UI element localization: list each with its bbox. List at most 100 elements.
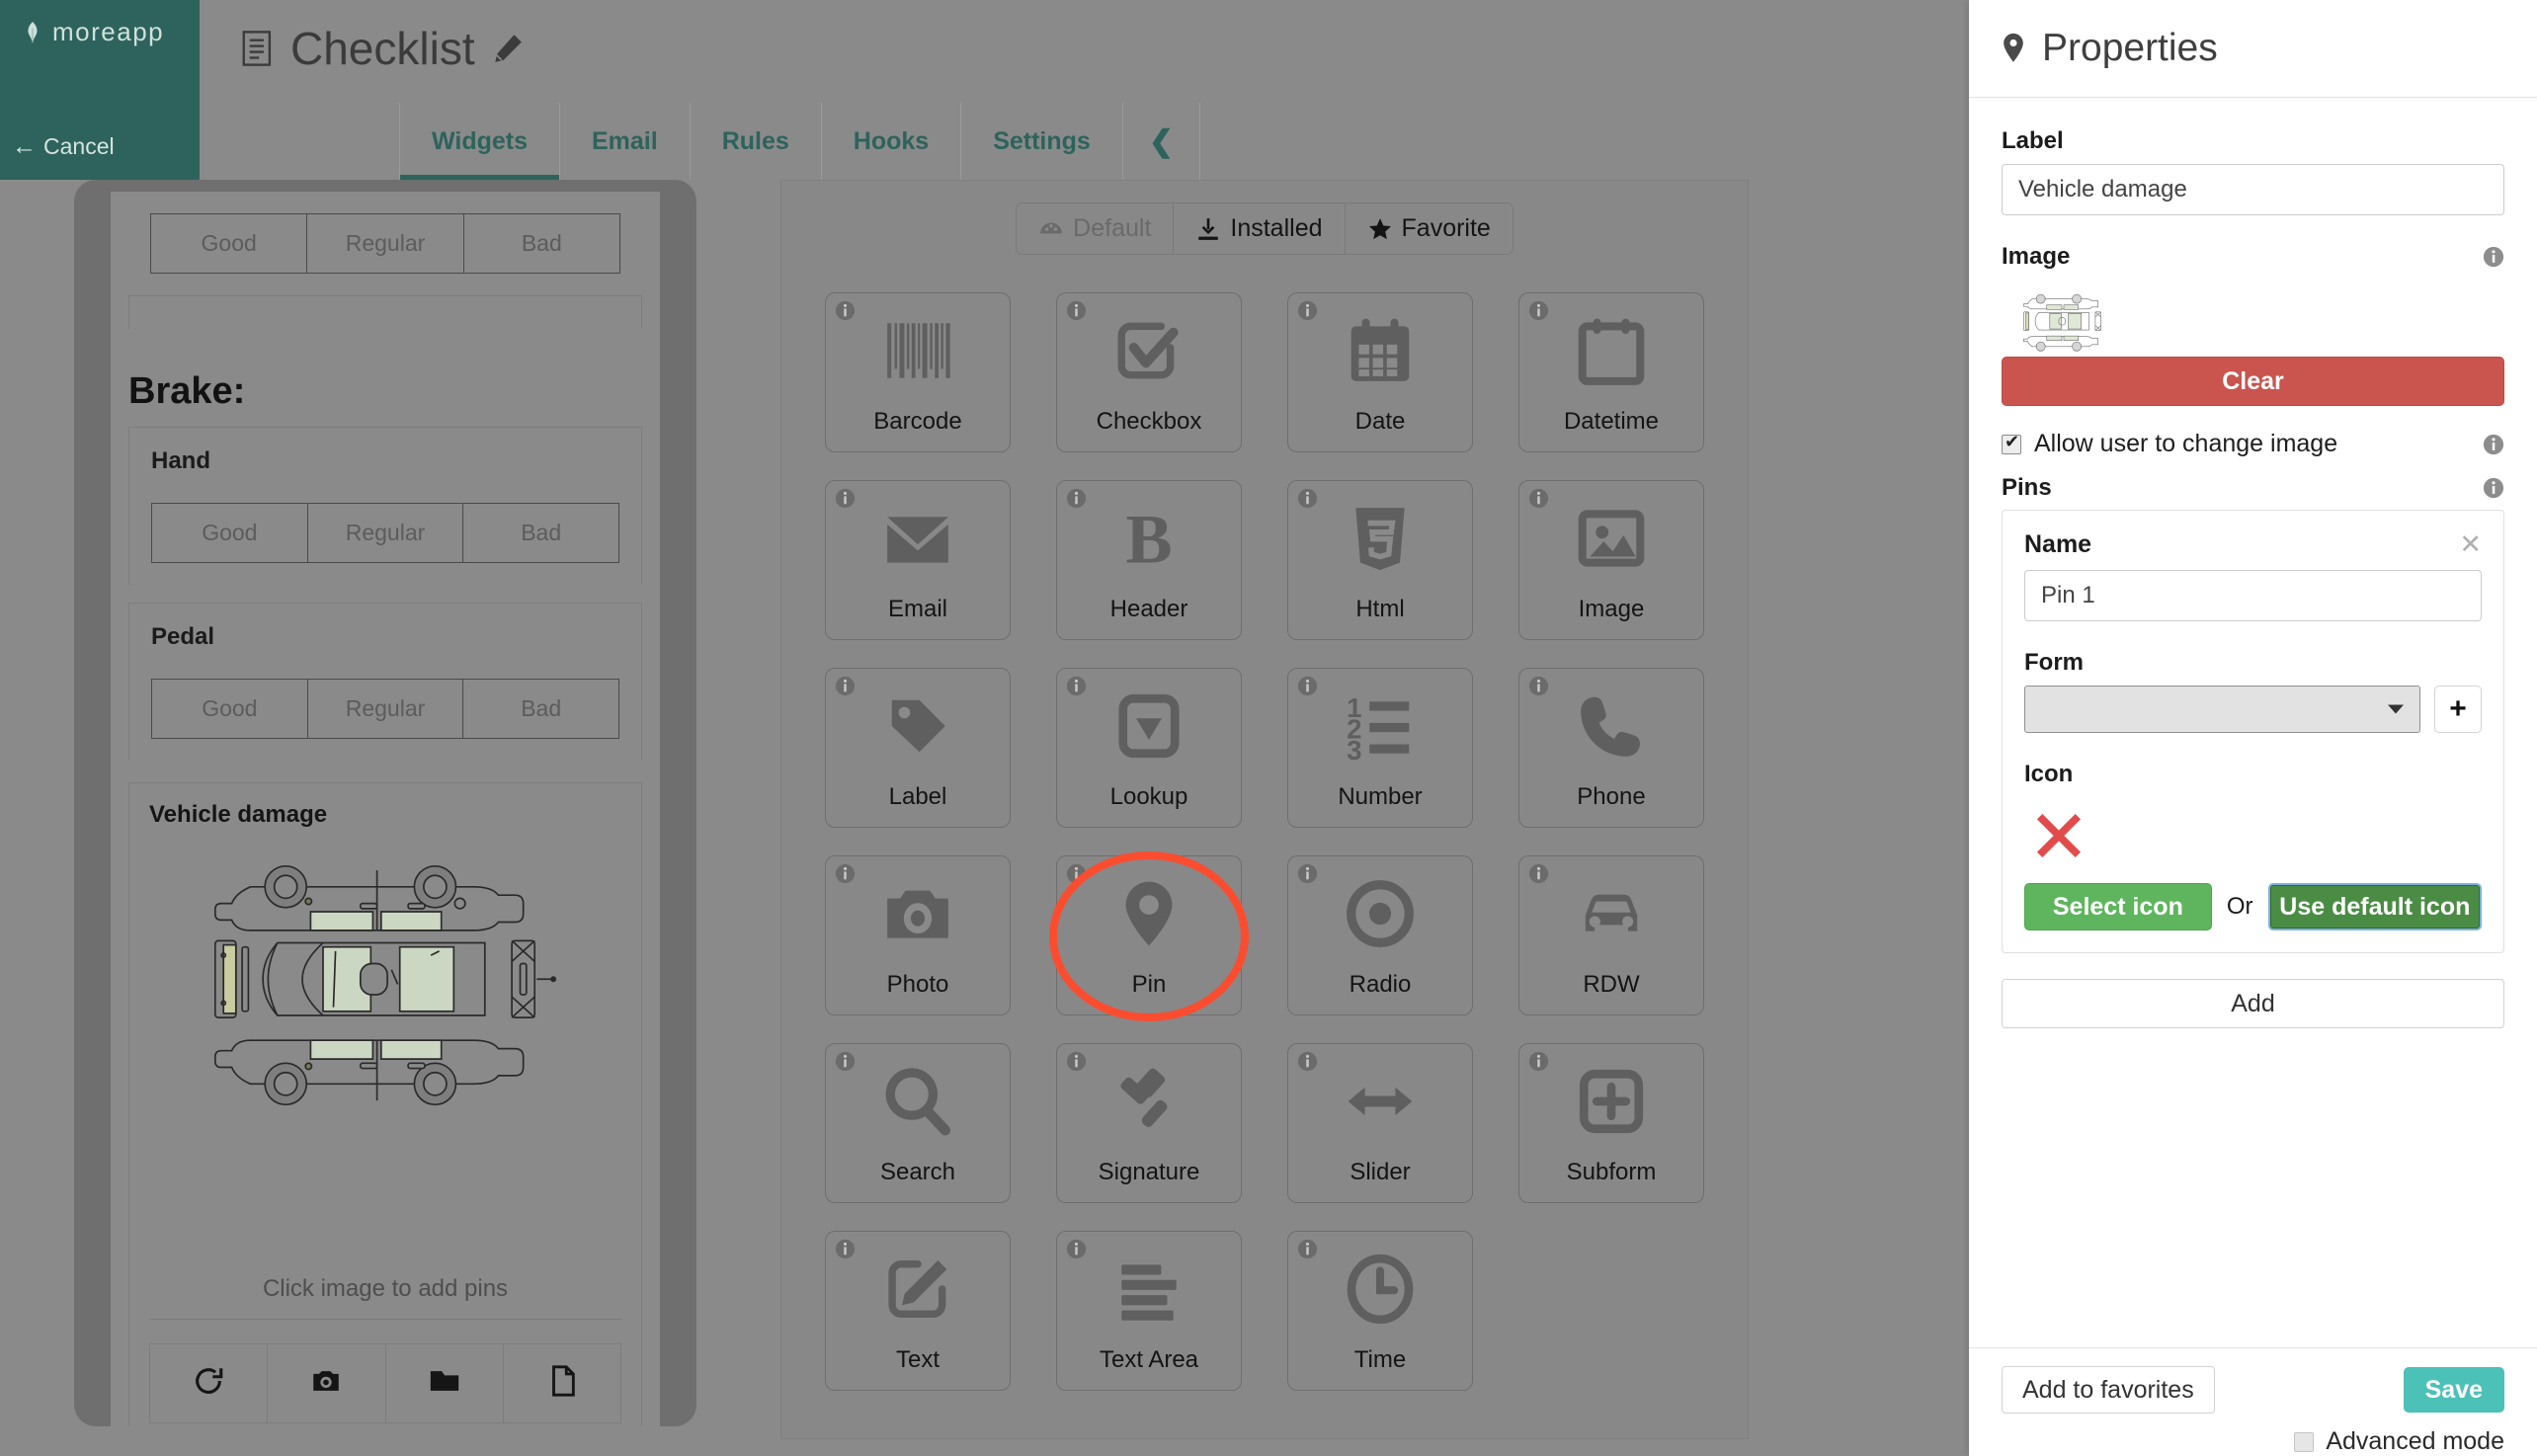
info-icon[interactable] — [1528, 300, 1549, 321]
info-icon[interactable] — [1297, 1239, 1318, 1259]
widget-tile-image[interactable]: Image — [1518, 480, 1704, 640]
info-icon[interactable] — [1528, 863, 1549, 884]
info-icon[interactable] — [1297, 1051, 1318, 1072]
info-icon[interactable] — [1066, 676, 1087, 696]
segment-good[interactable]: Good — [152, 504, 308, 562]
section-label: Hand — [151, 447, 210, 474]
info-icon[interactable] — [1297, 863, 1318, 884]
add-pin-button[interactable]: Add — [2002, 979, 2504, 1028]
info-icon[interactable] — [1528, 1051, 1549, 1072]
info-icon[interactable] — [835, 676, 856, 696]
ordered-list-icon: 1 2 3 — [1347, 692, 1410, 763]
widget-tile-text[interactable]: Text — [825, 1231, 1011, 1391]
add-to-favorites-button[interactable]: Add to favorites — [2002, 1366, 2215, 1414]
info-icon[interactable] — [835, 1051, 856, 1072]
car-diagram[interactable] — [149, 829, 621, 1254]
advanced-mode-checkbox[interactable] — [2294, 1431, 2315, 1452]
tab-widgets[interactable]: Widgets — [399, 103, 559, 180]
tab-email[interactable]: Email — [559, 103, 690, 180]
filter-installed[interactable]: Installed — [1174, 203, 1346, 254]
segment-bad[interactable]: Bad — [464, 214, 619, 273]
widget-tile-barcode[interactable]: Barcode — [825, 292, 1011, 452]
widget-tile-subform[interactable]: Subform — [1518, 1043, 1704, 1203]
pencil-icon[interactable] — [491, 32, 525, 65]
widget-tile-email[interactable]: Email — [825, 480, 1011, 640]
widget-tile-checkbox[interactable]: Checkbox — [1056, 292, 1242, 452]
widget-tile-time[interactable]: Time — [1287, 1231, 1473, 1391]
filter-default[interactable]: Default — [1017, 203, 1175, 254]
info-icon[interactable] — [1066, 1051, 1087, 1072]
widget-tile-label[interactable]: Label — [825, 668, 1011, 828]
advanced-mode-row[interactable]: Advanced mode — [2002, 1427, 2504, 1456]
segment-bad[interactable]: Bad — [463, 504, 618, 562]
segment-good[interactable]: Good — [151, 214, 308, 273]
segment-regular[interactable]: Regular — [308, 680, 464, 738]
info-icon[interactable] — [2483, 477, 2504, 499]
info-icon[interactable] — [835, 300, 856, 321]
tab-label: Rules — [721, 126, 789, 155]
widget-tile-photo[interactable]: Photo — [825, 855, 1011, 1015]
allow-change-image-checkbox[interactable]: Allow user to change image — [2002, 430, 2337, 458]
or-separator: Or — [2226, 893, 2253, 920]
widget-tile-header[interactable]: B Header — [1056, 480, 1242, 640]
widget-tile-number[interactable]: 1 2 3 Number — [1287, 668, 1473, 828]
widget-label: Date — [1354, 408, 1406, 435]
rotate-button[interactable] — [150, 1344, 269, 1422]
info-icon[interactable] — [1066, 1239, 1087, 1259]
info-icon[interactable] — [835, 488, 856, 509]
add-form-button[interactable]: + — [2434, 686, 2482, 733]
widget-tile-search[interactable]: Search — [825, 1043, 1011, 1203]
checkbox-box[interactable] — [2002, 432, 2021, 454]
segment-good[interactable]: Good — [152, 680, 308, 738]
info-icon[interactable] — [1297, 676, 1318, 696]
info-icon[interactable] — [1528, 676, 1549, 696]
segment-regular[interactable]: Regular — [307, 214, 464, 273]
chevron-left-icon: ❮ — [1148, 124, 1174, 158]
widget-tile-slider[interactable]: Slider — [1287, 1043, 1473, 1203]
info-icon[interactable] — [835, 1239, 856, 1259]
tab-rules[interactable]: Rules — [689, 103, 821, 180]
widget-tile-html[interactable]: Html — [1287, 480, 1473, 640]
info-icon[interactable] — [1297, 488, 1318, 509]
widget-tile-phone[interactable]: Phone — [1518, 668, 1704, 828]
tab-settings[interactable]: Settings — [960, 103, 1122, 180]
camera-button[interactable] — [268, 1344, 386, 1422]
magnifier-icon — [885, 1068, 950, 1136]
pin-name-input[interactable] — [2024, 570, 2482, 621]
select-icon-button[interactable]: Select icon — [2024, 883, 2212, 930]
widget-label: Email — [887, 596, 947, 622]
widget-tile-pin[interactable]: Pin — [1049, 851, 1249, 1021]
info-icon[interactable] — [835, 863, 856, 884]
clear-image-button[interactable]: Clear — [2002, 357, 2504, 406]
collapse-panel-button[interactable]: ❮ — [1121, 103, 1200, 180]
widget-tile-datetime[interactable]: Datetime — [1518, 292, 1704, 452]
info-icon[interactable] — [1528, 488, 1549, 509]
image-thumbnail[interactable] — [2002, 280, 2504, 357]
info-icon[interactable] — [2483, 246, 2504, 268]
folder-button[interactable] — [386, 1344, 504, 1422]
info-icon[interactable] — [2483, 434, 2504, 455]
tab-hooks[interactable]: Hooks — [820, 103, 960, 180]
widget-tile-date[interactable]: Date — [1287, 292, 1473, 452]
preview-heading: Brake: — [128, 370, 246, 412]
widget-tile-rdw[interactable]: RDW — [1518, 855, 1704, 1015]
label-input[interactable] — [2002, 164, 2504, 215]
file-button[interactable] — [504, 1344, 620, 1422]
filter-favorite[interactable]: Favorite — [1346, 203, 1513, 254]
cancel-button[interactable]: ← Cancel — [12, 133, 115, 160]
widget-tile-signature[interactable]: Signature — [1056, 1043, 1242, 1203]
save-button[interactable]: Save — [2403, 1367, 2504, 1413]
info-icon[interactable] — [1066, 300, 1087, 321]
pin-widget-preview[interactable]: Vehicle damage Click image to add pins — [128, 782, 642, 1426]
close-icon[interactable]: ✕ — [2459, 531, 2482, 558]
widget-tile-lookup[interactable]: Lookup — [1056, 668, 1242, 828]
pin-form-select[interactable] — [2024, 686, 2420, 733]
widget-tile-radio[interactable]: Radio — [1287, 855, 1473, 1015]
info-icon[interactable] — [1297, 300, 1318, 321]
segment-regular[interactable]: Regular — [308, 504, 464, 562]
segment-bad[interactable]: Bad — [463, 680, 618, 738]
use-default-icon-button[interactable]: Use default icon — [2267, 883, 2482, 930]
info-icon[interactable] — [1066, 488, 1087, 509]
widget-tile-text-area[interactable]: Text Area — [1056, 1231, 1242, 1391]
info-icon[interactable] — [1066, 863, 1087, 884]
